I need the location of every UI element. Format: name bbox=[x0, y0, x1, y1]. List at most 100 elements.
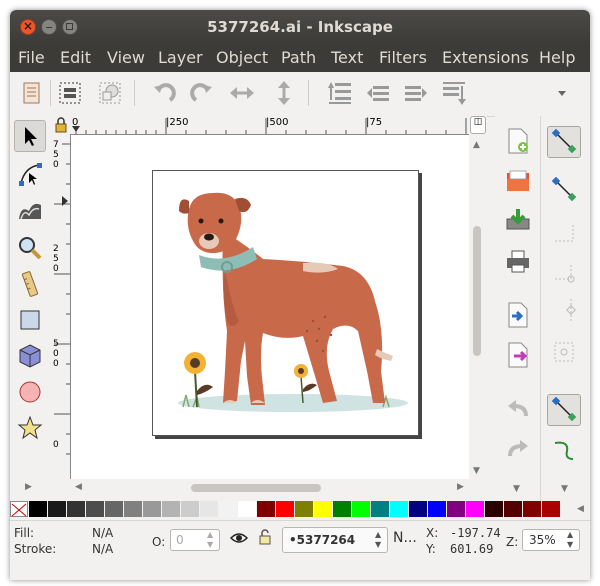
measure-tool-icon[interactable] bbox=[14, 268, 46, 300]
zoom-down-icon[interactable]: ▼ bbox=[567, 540, 573, 549]
import-icon[interactable] bbox=[503, 300, 533, 330]
print-document-icon[interactable] bbox=[503, 246, 533, 276]
raise-to-top-icon[interactable] bbox=[326, 79, 354, 107]
palette-swatch[interactable] bbox=[105, 501, 123, 517]
rectangle-tool-icon[interactable] bbox=[14, 304, 46, 336]
toolbox-more-icon[interactable]: ▶ bbox=[25, 482, 32, 492]
dog-illustration[interactable] bbox=[153, 171, 418, 435]
palette-swatch[interactable] bbox=[295, 501, 313, 517]
raise-icon[interactable] bbox=[364, 79, 392, 107]
fill-value[interactable]: N/A bbox=[92, 526, 113, 540]
snap-bbox-corners-icon[interactable] bbox=[547, 256, 581, 288]
palette-swatch[interactable] bbox=[409, 501, 427, 517]
palette-swatch[interactable] bbox=[466, 501, 484, 517]
snap-bounding-box-icon[interactable] bbox=[547, 174, 581, 206]
menu-help[interactable]: Help bbox=[539, 48, 575, 67]
select-all-icon[interactable] bbox=[56, 79, 84, 107]
drawing-canvas[interactable] bbox=[71, 135, 469, 479]
palette-swatch[interactable] bbox=[48, 501, 66, 517]
menu-view[interactable]: View bbox=[107, 48, 145, 67]
star-tool-icon[interactable] bbox=[14, 412, 46, 444]
scroll-corner-button[interactable]: ◫ bbox=[470, 116, 486, 134]
menu-file[interactable]: File bbox=[18, 48, 45, 67]
palette-swatch[interactable] bbox=[257, 501, 275, 517]
menu-text[interactable]: Text bbox=[331, 48, 363, 67]
current-layer-selector[interactable]: •5377264 ▲ ▼ bbox=[282, 527, 388, 553]
snap-more-icon[interactable]: ▼ bbox=[561, 484, 568, 494]
palette-swatch[interactable] bbox=[352, 501, 370, 517]
scroll-up-icon[interactable]: ▲ bbox=[473, 140, 480, 150]
undo-icon[interactable] bbox=[503, 394, 533, 424]
select-all-layers-icon[interactable] bbox=[96, 79, 124, 107]
selector-tool-icon[interactable] bbox=[14, 120, 46, 152]
palette-swatch[interactable] bbox=[485, 501, 503, 517]
palette-swatch[interactable] bbox=[523, 501, 541, 517]
horizontal-scrollbar[interactable]: ◀ ▶ bbox=[71, 479, 469, 497]
lower-to-bottom-icon[interactable] bbox=[440, 79, 468, 107]
palette-swatch[interactable] bbox=[371, 501, 389, 517]
palette-swatch[interactable] bbox=[162, 501, 180, 517]
no-paint-swatch-icon[interactable] bbox=[10, 501, 28, 517]
snap-bbox-midpoints-icon[interactable] bbox=[547, 294, 581, 326]
palette-swatch[interactable] bbox=[219, 501, 237, 517]
save-document-icon[interactable] bbox=[503, 204, 533, 234]
snap-paths-icon[interactable] bbox=[547, 434, 581, 466]
snap-nodes-icon[interactable] bbox=[547, 394, 581, 426]
menu-filters[interactable]: Filters bbox=[379, 48, 427, 67]
palette-swatch[interactable] bbox=[143, 501, 161, 517]
enable-snapping-icon[interactable] bbox=[547, 126, 581, 158]
rotate-cw-icon[interactable] bbox=[188, 79, 216, 107]
open-document-icon[interactable] bbox=[503, 166, 533, 196]
palette-swatch[interactable] bbox=[390, 501, 408, 517]
opacity-up-icon[interactable]: ▲ bbox=[207, 530, 213, 539]
palette-swatch[interactable] bbox=[504, 501, 522, 517]
vertical-scroll-thumb[interactable] bbox=[473, 226, 481, 356]
rotate-ccw-icon[interactable] bbox=[150, 79, 178, 107]
stroke-value[interactable]: N/A bbox=[92, 542, 113, 556]
menu-object[interactable]: Object bbox=[216, 48, 268, 67]
snap-bbox-edges-icon[interactable] bbox=[547, 216, 581, 248]
toggle-lock-icon[interactable] bbox=[258, 529, 272, 548]
palette-swatch[interactable] bbox=[314, 501, 332, 517]
palette-swatch[interactable] bbox=[67, 501, 85, 517]
node-tool-icon[interactable] bbox=[14, 158, 46, 190]
document-properties-icon[interactable] bbox=[18, 79, 46, 107]
zoom-tool-icon[interactable] bbox=[14, 232, 46, 264]
palette-swatch[interactable] bbox=[276, 501, 294, 517]
menu-layer[interactable]: Layer bbox=[158, 48, 203, 67]
3d-box-tool-icon[interactable] bbox=[14, 340, 46, 372]
right-commands-more-icon[interactable]: ▼ bbox=[513, 484, 520, 494]
new-document-icon[interactable] bbox=[503, 126, 533, 156]
scroll-left-icon[interactable]: ◀ bbox=[75, 482, 82, 492]
zoom-spinbox[interactable]: 35% ▲ ▼ bbox=[522, 529, 580, 551]
document-page[interactable] bbox=[152, 170, 419, 436]
palette-swatch[interactable] bbox=[333, 501, 351, 517]
zoom-up-icon[interactable]: ▲ bbox=[567, 530, 573, 539]
flip-horizontal-icon[interactable] bbox=[228, 79, 256, 107]
palette-swatch[interactable] bbox=[428, 501, 446, 517]
menu-edit[interactable]: Edit bbox=[60, 48, 91, 67]
vertical-scrollbar[interactable]: ◫ ▲ ▼ bbox=[469, 116, 487, 479]
ellipse-tool-icon[interactable] bbox=[14, 376, 46, 408]
palette-swatch[interactable] bbox=[86, 501, 104, 517]
toggle-visibility-eye-icon[interactable] bbox=[229, 531, 249, 548]
palette-swatch[interactable] bbox=[181, 501, 199, 517]
lower-icon[interactable] bbox=[402, 79, 430, 107]
palette-swatch[interactable] bbox=[124, 501, 142, 517]
palette-swatch[interactable] bbox=[200, 501, 218, 517]
scroll-down-icon[interactable]: ▼ bbox=[473, 466, 480, 476]
opacity-spinbox[interactable]: 0 ▲ ▼ bbox=[170, 529, 220, 551]
horizontal-scroll-thumb[interactable] bbox=[191, 484, 321, 492]
palette-swatch[interactable] bbox=[447, 501, 465, 517]
overflow-menu-icon[interactable] bbox=[548, 79, 576, 107]
palette-scroll-icon[interactable]: ◀ bbox=[577, 504, 584, 514]
palette-swatch[interactable] bbox=[29, 501, 47, 517]
redo-icon[interactable] bbox=[503, 434, 533, 464]
scroll-right-icon[interactable]: ▶ bbox=[457, 482, 464, 492]
palette-swatch[interactable] bbox=[238, 501, 256, 517]
tweak-tool-icon[interactable] bbox=[14, 194, 46, 226]
palette-swatch[interactable] bbox=[542, 501, 560, 517]
opacity-down-icon[interactable]: ▼ bbox=[207, 540, 213, 549]
export-icon[interactable] bbox=[503, 340, 533, 370]
menu-path[interactable]: Path bbox=[281, 48, 316, 67]
